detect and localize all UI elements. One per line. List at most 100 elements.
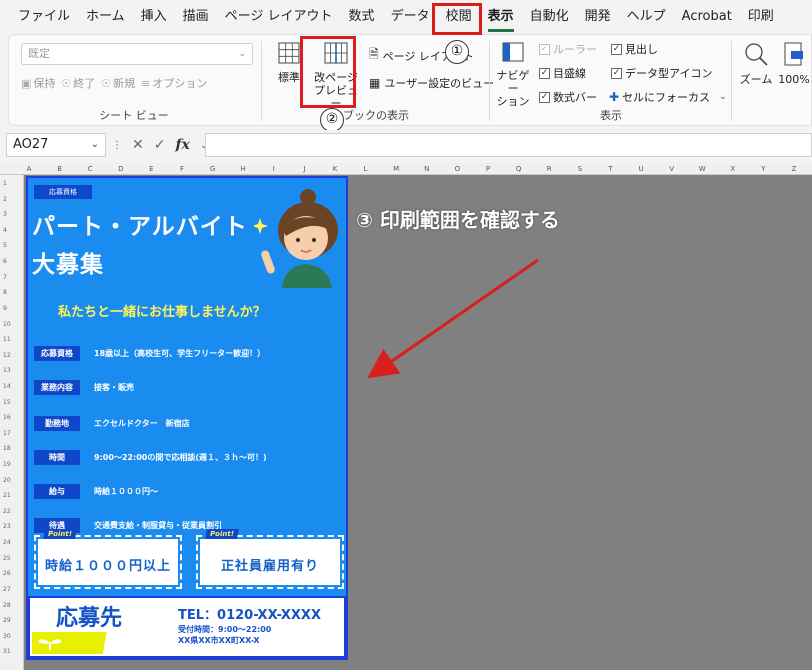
menu-tab-10[interactable]: 開発 xyxy=(577,0,619,34)
row-header[interactable]: 8 xyxy=(0,285,24,301)
name-box[interactable]: AO27 ⌄ xyxy=(6,133,106,157)
exit-button[interactable]: ☉ 終了 xyxy=(61,75,95,91)
column-header[interactable]: R xyxy=(534,163,564,175)
column-header[interactable]: V xyxy=(657,163,687,175)
confirm-icon[interactable]: ✓ xyxy=(154,137,166,153)
ruler-checkbox[interactable]: ✓ ルーラー xyxy=(539,41,597,57)
column-header[interactable]: I xyxy=(259,163,289,175)
row-header[interactable]: 21 xyxy=(0,488,24,504)
cancel-icon[interactable]: ✕ xyxy=(132,137,144,153)
column-header[interactable]: D xyxy=(106,163,136,175)
headings-checkbox[interactable]: ✓ 見出し xyxy=(611,41,658,57)
column-header[interactable]: K xyxy=(320,163,350,175)
row-header[interactable]: 14 xyxy=(0,379,24,395)
column-header[interactable]: Z xyxy=(779,163,809,175)
column-header[interactable]: C xyxy=(75,163,105,175)
column-header[interactable]: N xyxy=(412,163,442,175)
row-header[interactable]: 24 xyxy=(0,535,24,551)
gridlines-checkbox[interactable]: ✓ 目盛線 xyxy=(539,65,586,81)
zoom-100-button[interactable]: 100% xyxy=(777,41,811,86)
row-header[interactable]: 28 xyxy=(0,598,24,614)
chevron-down-icon: ⌄ xyxy=(90,139,99,150)
column-header[interactable]: W xyxy=(687,163,717,175)
custom-views-button[interactable]: ▦ ユーザー設定のビュー xyxy=(369,75,494,91)
column-header[interactable]: S xyxy=(565,163,595,175)
column-header[interactable]: H xyxy=(228,163,258,175)
row-header[interactable]: 26 xyxy=(0,566,24,582)
row-header[interactable]: 12 xyxy=(0,348,24,364)
menu-tab-2[interactable]: 挿入 xyxy=(133,0,175,34)
menu-tab-13[interactable]: 印刷 xyxy=(740,0,782,34)
navigation-button[interactable]: ナビゲー ション xyxy=(493,41,533,108)
menu-tab-1[interactable]: ホーム xyxy=(78,0,133,34)
row-header[interactable]: 22 xyxy=(0,504,24,520)
row-header[interactable]: 13 xyxy=(0,363,24,379)
list-icon: ≡ xyxy=(141,77,151,90)
column-header[interactable]: Q xyxy=(504,163,534,175)
menu-tab-4[interactable]: ページ レイアウト xyxy=(217,0,341,34)
column-header[interactable]: U xyxy=(626,163,656,175)
magnifier-icon xyxy=(745,43,768,66)
sheet-view-buttons: ▣ 保持 ☉ 終了 ☉ 新規 ≡ オプション xyxy=(21,75,207,91)
column-header[interactable]: M xyxy=(381,163,411,175)
menu-tab-11[interactable]: ヘルプ xyxy=(619,0,674,34)
contact-hours: 受付時間：9:00～22:00 xyxy=(178,625,272,634)
formula-input[interactable] xyxy=(205,133,812,157)
show-group-label: 表示 xyxy=(600,109,622,122)
row-header[interactable]: 17 xyxy=(0,426,24,442)
menu-tab-9[interactable]: 自動化 xyxy=(522,0,577,34)
sheet-view-select[interactable]: 既定 ⌄ xyxy=(21,43,253,65)
column-header[interactable]: P xyxy=(473,163,503,175)
zoom-button[interactable]: ズーム xyxy=(739,41,773,86)
column-header[interactable]: X xyxy=(718,163,748,175)
row-header[interactable]: 16 xyxy=(0,410,24,426)
point-box-2: Point! 正社員雇用有り xyxy=(196,529,344,589)
column-header[interactable]: O xyxy=(442,163,472,175)
column-headers: ABCDEFGHIJKLMNOPQRSTUVWXYZ xyxy=(0,163,812,175)
row-header[interactable]: 27 xyxy=(0,582,24,598)
data-type-icons-label: データ型アイコン xyxy=(625,67,713,80)
function-icon[interactable]: fx xyxy=(175,137,189,153)
point-badge: Point! xyxy=(43,529,77,539)
column-header[interactable]: Y xyxy=(748,163,778,175)
row-header[interactable]: 6 xyxy=(0,254,24,270)
column-header[interactable]: G xyxy=(198,163,228,175)
row-header[interactable]: 20 xyxy=(0,473,24,489)
row-header[interactable]: 2 xyxy=(0,192,24,208)
column-header[interactable]: J xyxy=(289,163,319,175)
row-header[interactable]: 30 xyxy=(0,629,24,645)
column-header[interactable]: F xyxy=(167,163,197,175)
keep-button[interactable]: ▣ 保持 xyxy=(21,75,55,91)
options-button[interactable]: ≡ オプション xyxy=(141,75,207,91)
focus-cell-button[interactable]: ✚ セルにフォーカス ⌄ xyxy=(609,89,727,105)
column-header[interactable]: A xyxy=(14,163,44,175)
column-header[interactable]: L xyxy=(351,163,381,175)
menu-tab-5[interactable]: 数式 xyxy=(341,0,383,34)
menu-tab-12[interactable]: Acrobat xyxy=(674,0,740,34)
row-header[interactable]: 3 xyxy=(0,207,24,223)
formula-bar-checkbox[interactable]: ✓ 数式バー xyxy=(539,89,597,105)
column-header[interactable]: B xyxy=(45,163,75,175)
row-header[interactable]: 9 xyxy=(0,301,24,317)
row-header[interactable]: 29 xyxy=(0,613,24,629)
row-header[interactable]: 1 xyxy=(0,176,24,192)
row-header[interactable]: 25 xyxy=(0,551,24,567)
column-header[interactable]: E xyxy=(136,163,166,175)
menu-tab-6[interactable]: データ xyxy=(383,0,438,34)
menu-tab-3[interactable]: 描画 xyxy=(175,0,217,34)
row-header[interactable]: 18 xyxy=(0,441,24,457)
column-header[interactable]: T xyxy=(595,163,625,175)
row-header[interactable]: 10 xyxy=(0,317,24,333)
row-header[interactable]: 15 xyxy=(0,395,24,411)
menu-tab-0[interactable]: ファイル xyxy=(10,0,78,34)
row-header[interactable]: 4 xyxy=(0,223,24,239)
new-button[interactable]: ☉ 新規 xyxy=(101,75,135,91)
row-header[interactable]: 19 xyxy=(0,457,24,473)
row-header[interactable]: 5 xyxy=(0,238,24,254)
row-header[interactable]: 31 xyxy=(0,644,24,660)
point-text-1: 時給１０００円以上 xyxy=(44,559,171,574)
row-header[interactable]: 11 xyxy=(0,332,24,348)
data-type-icons-checkbox[interactable]: ✓ データ型アイコン xyxy=(611,65,712,81)
row-header[interactable]: 23 xyxy=(0,519,24,535)
row-header[interactable]: 7 xyxy=(0,270,24,286)
